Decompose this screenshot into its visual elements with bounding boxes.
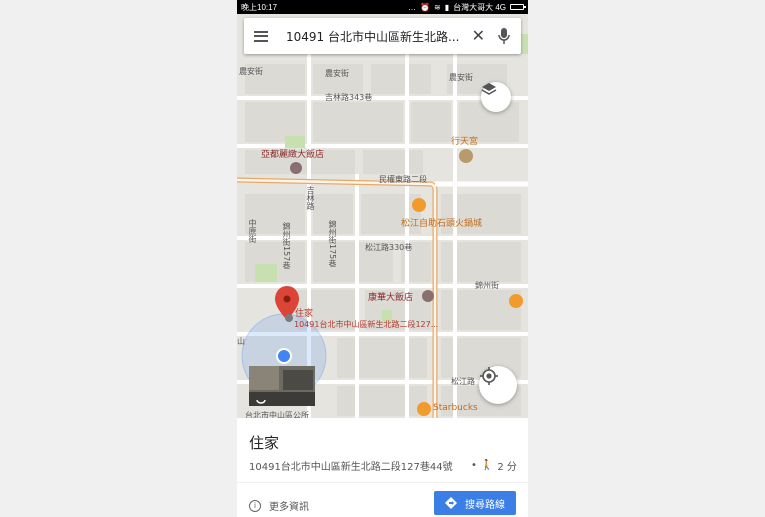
map-label-jinzhou-st: 錦州街 <box>475 281 499 290</box>
map-label-nongan-east: 農安街 <box>449 73 473 82</box>
layers-button[interactable] <box>481 82 511 112</box>
separator-dot: • <box>471 460 477 471</box>
my-location-button[interactable] <box>479 366 517 404</box>
carrier-label: 台灣大哥大 4G <box>453 2 506 12</box>
map-view[interactable]: 農安街 農安街 農安街 吉林路343巷 行天宮 亞都麗緻大飯店 民權東路二段 松… <box>237 14 528 418</box>
map-label-yadu-hotel: 亞都麗緻大飯店 <box>261 150 325 160</box>
directions-button[interactable]: 搜尋路線 <box>434 491 516 515</box>
map-label-left-edge: 山 <box>237 337 245 346</box>
map-label-songjiang-road: 松江路 <box>451 377 475 386</box>
more-info-label: 更多資訊 <box>269 502 309 513</box>
layers-icon <box>481 83 497 95</box>
place-card[interactable]: 住家 10491台北市中山區新生北路二段127巷44號 • 🚶 2 分 i 更多… <box>237 418 528 517</box>
close-icon[interactable]: ✕ <box>472 28 485 44</box>
map-label-nongan: 農安街 <box>325 69 349 78</box>
map-label-home-address: 10491台北市中山區新生北路二段127... <box>294 320 439 329</box>
map-label-home[interactable]: 住家 <box>295 306 313 319</box>
wifi-icon: ≋ <box>433 2 441 12</box>
signal-icon: ▮ <box>444 2 450 12</box>
map-canvas <box>237 14 528 418</box>
mic-icon[interactable] <box>497 27 511 45</box>
map-label-songjiang-restaurant: 松江自助石頭火鍋城 <box>401 219 483 229</box>
walk-time: • 🚶 2 分 <box>471 458 517 473</box>
street-view-thumbnail[interactable] <box>249 366 315 406</box>
divider <box>237 482 528 483</box>
map-label-jilin-343: 吉林路343巷 <box>325 93 373 102</box>
place-address: 10491台北市中山區新生北路二段127巷44號 <box>249 462 453 473</box>
map-label-songjiang-330: 松江路330巷 <box>365 243 413 252</box>
menu-icon[interactable] <box>254 30 268 42</box>
map-label-minquan-road: 民權東路二段 <box>379 175 427 184</box>
walk-icon: 🚶 <box>480 460 494 471</box>
map-label-starbucks: Starbucks <box>433 403 478 413</box>
status-bar: 晚上10:17 … ⏰ ≋ ▮ 台灣大哥大 4G <box>237 0 528 14</box>
phone-screen: 晚上10:17 … ⏰ ≋ ▮ 台灣大哥大 4G 農安街 農安街 農安街 吉林路… <box>237 0 528 517</box>
info-icon: i <box>249 499 261 512</box>
more-info-button[interactable]: i 更多資訊 <box>249 498 309 513</box>
search-bar[interactable]: 10491 台北市中山區新生北路... ✕ <box>244 18 521 54</box>
my-location-icon <box>480 367 498 385</box>
place-title: 住家 <box>249 434 280 452</box>
directions-label: 搜尋路線 <box>465 499 505 511</box>
search-input[interactable]: 10491 台北市中山區新生北路... <box>286 28 468 45</box>
map-label-kanghua-hotel: 康華大飯店 <box>368 293 414 303</box>
battery-icon <box>510 4 526 10</box>
map-label-jinzhou-175: 錦州街175巷 <box>328 220 337 268</box>
walk-time-value: 2 分 <box>497 462 517 473</box>
alarm-icon: ⏰ <box>420 2 430 12</box>
map-label-xingtian-temple: 行天宮 <box>451 137 479 147</box>
map-label-jilin-road: 吉林路 <box>306 186 315 210</box>
status-time: 晚上10:17 <box>241 2 278 12</box>
more-icon: … <box>408 2 417 12</box>
map-label-nongan-west: 農安街 <box>239 67 263 76</box>
directions-icon <box>445 497 457 509</box>
map-label-post-office: 台北市中山區公所 <box>245 411 309 418</box>
map-label-jinzhou-157: 錦州街157巷 <box>282 222 291 270</box>
map-label-zhongyuan-st: 中原街 <box>248 219 257 243</box>
